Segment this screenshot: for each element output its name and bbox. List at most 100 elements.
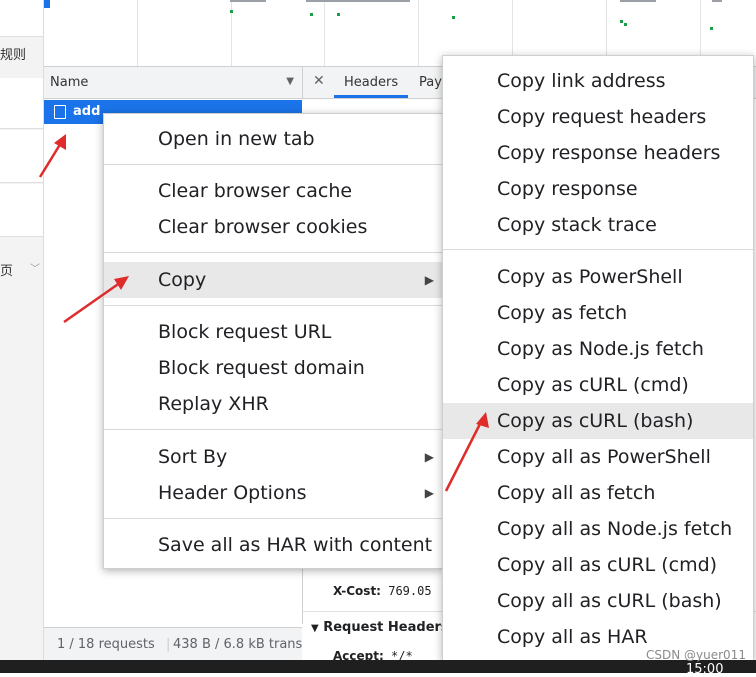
left-row: [0, 78, 43, 129]
timeline-gridline: [137, 0, 138, 66]
menu-item-copy-all-node-fetch[interactable]: Copy all as Node.js fetch: [443, 511, 756, 547]
requests-count: 1 / 18 requests: [57, 637, 155, 652]
header-row-xcost: X-Cost: 769.05: [333, 584, 432, 598]
timeline-dot: [337, 13, 340, 16]
menu-item-label: Copy all as cURL (cmd): [497, 554, 718, 576]
timeline-bar: [230, 0, 266, 2]
menu-item-label: Clear browser cookies: [158, 216, 368, 238]
menu-item-copy-as-curl-cmd[interactable]: Copy as cURL (cmd): [443, 367, 756, 403]
menu-divider: [443, 249, 753, 250]
left-row: [0, 184, 43, 237]
menu-item-copy-all-curl-cmd[interactable]: Copy all as cURL (cmd): [443, 547, 756, 583]
menu-item-copy-as-node-fetch[interactable]: Copy as Node.js fetch: [443, 331, 756, 367]
menu-item-label: Block request domain: [158, 357, 365, 379]
menu-item-label: Copy all as cURL (bash): [497, 590, 722, 612]
menu-item-label: Clear browser cache: [158, 180, 353, 202]
menu-divider: [104, 305, 442, 306]
menu-item-copy-stack-trace[interactable]: Copy stack trace: [443, 207, 756, 243]
section-title: Request Headers: [323, 620, 449, 635]
menu-item-copy-as-curl-bash[interactable]: Copy as cURL (bash): [443, 403, 753, 439]
menu-item-copy[interactable]: Copy ▶: [104, 262, 442, 298]
menu-item-copy-as-fetch[interactable]: Copy as fetch: [443, 295, 756, 331]
menu-item-block-domain[interactable]: Block request domain: [104, 350, 496, 386]
menu-item-label: Replay XHR: [158, 393, 269, 415]
active-tab-indicator: [334, 95, 408, 98]
request-name: add: [73, 104, 101, 119]
timeline-dot: [310, 13, 313, 16]
menu-item-header-options[interactable]: Header Options ▶: [104, 475, 442, 511]
network-table-header[interactable]: Name ▼: [44, 67, 303, 99]
menu-item-label: Open in new tab: [158, 128, 315, 150]
submenu-arrow-icon: ▶: [424, 273, 434, 287]
timeline-bar: [620, 0, 656, 2]
context-menu: Open in new tab Clear browser cache Clea…: [103, 113, 443, 569]
left-label-page: 页: [0, 264, 14, 279]
menu-divider: [104, 429, 442, 430]
header-value: 769.05: [388, 584, 432, 598]
timeline-marker: [44, 0, 50, 8]
menu-item-copy-request-headers[interactable]: Copy request headers: [443, 99, 756, 135]
timeline-dot: [710, 27, 713, 30]
menu-item-label: Copy all as Node.js fetch: [497, 518, 733, 540]
network-status-bar: 1 / 18 requests | 438 B / 6.8 kB transf: [44, 627, 302, 661]
sort-triangle-icon[interactable]: ▼: [286, 76, 294, 87]
menu-item-clear-cookies[interactable]: Clear browser cookies: [104, 209, 496, 245]
menu-item-label: Copy all as HAR: [497, 626, 648, 648]
left-row: [0, 130, 43, 183]
menu-item-label: Copy as cURL (cmd): [497, 374, 689, 396]
menu-item-label: Save all as HAR with content: [158, 534, 433, 556]
document-icon: [54, 105, 66, 119]
menu-item-copy-as-powershell[interactable]: Copy as PowerShell: [443, 259, 756, 295]
menu-divider: [104, 252, 442, 253]
menu-item-label: Copy as cURL (bash): [497, 410, 694, 432]
taskbar-clock: 15:00: [686, 662, 724, 677]
menu-divider: [104, 518, 442, 519]
menu-item-label: Copy link address: [497, 70, 666, 92]
menu-item-label: Sort By: [158, 446, 228, 468]
menu-item-label: Copy response: [497, 178, 638, 200]
timeline-dot: [230, 10, 233, 13]
menu-item-clear-cache[interactable]: Clear browser cache: [104, 173, 496, 209]
chevron-down-icon[interactable]: ﹀: [30, 260, 40, 275]
menu-item-label: Copy all as fetch: [497, 482, 656, 504]
timeline-bar: [306, 0, 410, 2]
menu-item-label: Copy as Node.js fetch: [497, 338, 704, 360]
watermark: CSDN @yuer011: [646, 648, 746, 662]
menu-item-label: Copy as PowerShell: [497, 266, 683, 288]
header-key: X-Cost:: [333, 584, 381, 598]
close-icon[interactable]: ✕: [313, 73, 325, 89]
timeline-gridline: [324, 0, 325, 66]
menu-item-label: Block request URL: [158, 321, 332, 343]
menu-item-copy-response[interactable]: Copy response: [443, 171, 756, 207]
menu-item-copy-all-fetch[interactable]: Copy all as fetch: [443, 475, 756, 511]
timeline-gridline: [418, 0, 419, 66]
page-left-strip: 规则 页 ﹀: [0, 0, 44, 673]
os-taskbar: [0, 660, 756, 673]
timeline-dot: [624, 23, 627, 26]
menu-item-label: Copy as fetch: [497, 302, 628, 324]
menu-item-copy-response-headers[interactable]: Copy response headers: [443, 135, 756, 171]
timeline-bar: [712, 0, 722, 2]
menu-item-label: Copy stack trace: [497, 214, 657, 236]
menu-item-label: Header Options: [158, 482, 307, 504]
menu-item-label: Copy response headers: [497, 142, 721, 164]
menu-item-save-har[interactable]: Save all as HAR with content: [104, 527, 496, 563]
tab-headers[interactable]: Headers: [344, 75, 398, 90]
menu-item-copy-link[interactable]: Copy link address: [443, 63, 756, 99]
menu-item-block-url[interactable]: Block request URL: [104, 314, 496, 350]
menu-item-open-new-tab[interactable]: Open in new tab: [104, 121, 496, 157]
timeline-dot: [620, 20, 623, 23]
menu-item-sort-by[interactable]: Sort By ▶: [104, 439, 442, 475]
menu-divider: [104, 164, 442, 165]
left-row: [0, 0, 43, 37]
tab-payload[interactable]: Pay: [419, 75, 442, 90]
menu-item-copy-all-curl-bash[interactable]: Copy all as cURL (bash): [443, 583, 756, 619]
column-name-header[interactable]: Name: [50, 75, 88, 90]
transfer-size: 438 B / 6.8 kB transf: [173, 637, 302, 652]
expand-triangle-icon[interactable]: ▼: [311, 623, 319, 634]
menu-item-label: Copy: [158, 269, 207, 291]
menu-item-replay-xhr[interactable]: Replay XHR: [104, 386, 496, 422]
timeline-dot: [452, 16, 455, 19]
menu-item-copy-all-powershell[interactable]: Copy all as PowerShell: [443, 439, 756, 475]
copy-submenu: Copy link address Copy request headers C…: [442, 55, 754, 661]
